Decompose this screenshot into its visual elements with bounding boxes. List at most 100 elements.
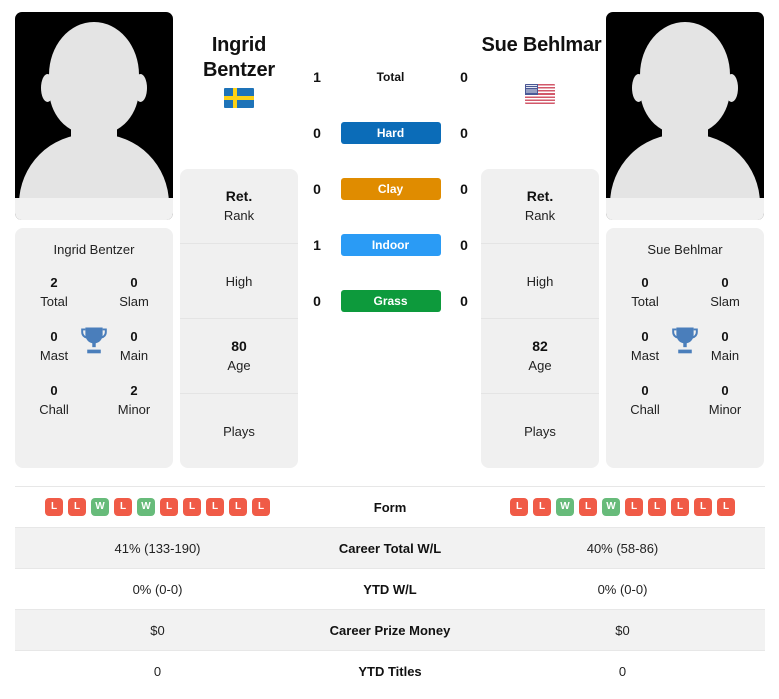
table-row-label: Career Total W/L [338,540,442,556]
info-key-high: High [225,273,253,289]
titles-row: 2 Total 0 Slam [25,273,163,311]
form-chip-loss[interactable]: L [671,498,689,516]
h2h-label-indoor[interactable]: Indoor [340,234,441,256]
h2h-right-score: 0 [460,237,468,253]
titles-item-minor: 2 Minor [105,381,163,419]
form-chip-win[interactable]: W [556,498,574,516]
h2h-left-score: 0 [313,181,321,197]
trophy-icon [672,327,698,354]
player-name-left-line1: Ingrid [211,34,267,56]
form-chip-win[interactable]: W [91,498,109,516]
form-chip-loss[interactable]: L [648,498,666,516]
table-cell-left: LLWLWLLLLL [15,487,300,528]
h2h-label-wrap: Grass [340,284,441,312]
table-cell-left: 0 [153,663,162,679]
titles-item-slam: 0 Slam [105,273,163,311]
photo-caption-strip [15,198,173,220]
h2h-right-score: 0 [460,69,468,85]
titles-label-main: Main [119,348,149,363]
form-chip-loss[interactable]: L [579,498,597,516]
flag-sweden-icon [224,88,254,108]
h2h-label-grass[interactable]: Grass [340,290,441,312]
trophy-icon [81,327,107,354]
titles-label-chall: Chall [39,402,69,417]
h2h-label-wrap: Total [341,60,441,87]
info-key-plays: Plays [524,423,556,439]
titles-label-chall: Chall [630,402,660,417]
info-key-age: Age [227,358,251,373]
h2h-label-hard[interactable]: Hard [340,122,441,144]
table-row-label: Career Prize Money [329,622,451,638]
info-key-rank: Rank [223,208,255,223]
table-cell-right: 40% (58-86) [586,540,659,556]
form-chip-loss[interactable]: L [114,498,132,516]
info-key-rank: Rank [524,208,556,223]
titles-label-total: Total [40,294,68,309]
h2h-right-score: 0 [460,125,468,141]
form-chip-loss[interactable]: L [206,498,224,516]
info-key-high: High [526,273,554,289]
photo-caption-strip [606,198,764,220]
form-strip-right: LLWLWLLLLL [480,498,765,516]
form-chip-loss[interactable]: L [717,498,735,516]
h2h-right-score: 0 [460,293,468,309]
form-chip-loss[interactable]: L [68,498,86,516]
form-chip-loss[interactable]: L [625,498,643,516]
titles-item-main: 0 Main [105,327,163,365]
h2h-label-clay[interactable]: Clay [340,178,441,200]
info-cell-age: 80 Age [180,319,298,394]
form-chip-loss[interactable]: L [160,498,178,516]
titles-count-mast: 0 [50,329,58,344]
table-cell-right: $0 [615,622,630,638]
form-chip-win[interactable]: W [137,498,155,516]
player-name-left[interactable]: Ingrid Bentzer [180,33,298,83]
player-name-left-line2: Bentzer [203,59,275,81]
form-chip-loss[interactable]: L [45,498,63,516]
flag-usa-icon [525,84,555,104]
table-cell-right: LLWLWLLLLL [480,487,765,528]
form-chip-loss[interactable]: L [510,498,528,516]
titles-count-slam: 0 [130,275,138,290]
titles-label-main: Main [710,348,740,363]
titles-item-minor: 0 Minor [696,381,754,419]
info-cell-plays: Plays [481,394,599,468]
player-photo-left[interactable] [15,12,173,220]
info-key-age: Age [528,358,552,373]
titles-card-left: Ingrid Bentzer 2 Total 0 Slam 0 Mast 0 Main 0 Cha… [15,228,173,468]
info-cell-plays: Plays [180,394,298,468]
titles-row: 0 Chall 2 Minor [25,381,163,419]
info-cell-rank: Ret. Rank [481,169,599,244]
table-row: L L W L W L L L L L Form L L W L W L L L L L [15,486,765,528]
form-chip-loss[interactable]: L [533,498,551,516]
comparison-stats-table: L L W L W L L L L L Form L L W L W L L L L L 41% (133-190) Car… [15,486,765,692]
info-value-age: 80 [231,338,247,354]
titles-label-mast: Mast [630,348,660,363]
h2h-left-score: 1 [313,69,321,85]
info-key-plays: Plays [223,423,255,439]
titles-item-main: 0 Main [696,327,754,365]
titles-count-minor: 0 [721,383,729,398]
player-info-card-left: Ret. Rank High 80 Age Plays [180,169,298,468]
head-to-head-column: 1 Total 0 0 Hard 0 0 Clay 0 1 Indoor 0 0 Grass 0 [303,60,478,340]
table-row: 41% (133-190) Career Total W/L 40% (58-86) [15,527,765,569]
titles-item-slam: 0 Slam [696,273,754,311]
form-chip-loss[interactable]: L [183,498,201,516]
titles-count-total: 0 [641,275,649,290]
h2h-label-wrap: Clay [340,172,441,200]
player-name-right[interactable]: Sue Behlmar [450,33,633,58]
h2h-right-score: 0 [460,181,468,197]
table-row: 0 YTD Titles 0 [15,650,765,692]
h2h-row-total: 1 Total 0 [303,60,478,116]
form-chip-win[interactable]: W [602,498,620,516]
titles-count-main: 0 [721,329,729,344]
form-chip-loss[interactable]: L [229,498,247,516]
player-name-right-line1: Sue Behlmar [481,34,602,56]
titles-count-minor: 2 [130,383,138,398]
h2h-left-score: 0 [313,125,321,141]
form-chip-loss[interactable]: L [694,498,712,516]
table-cell-left: 41% (133-190) [114,540,201,556]
table-cell-left: 0% (0-0) [132,581,183,597]
form-chip-loss[interactable]: L [252,498,270,516]
titles-item-mast: 0 Mast [25,327,83,365]
titles-row: 0 Chall 0 Minor [616,381,754,419]
